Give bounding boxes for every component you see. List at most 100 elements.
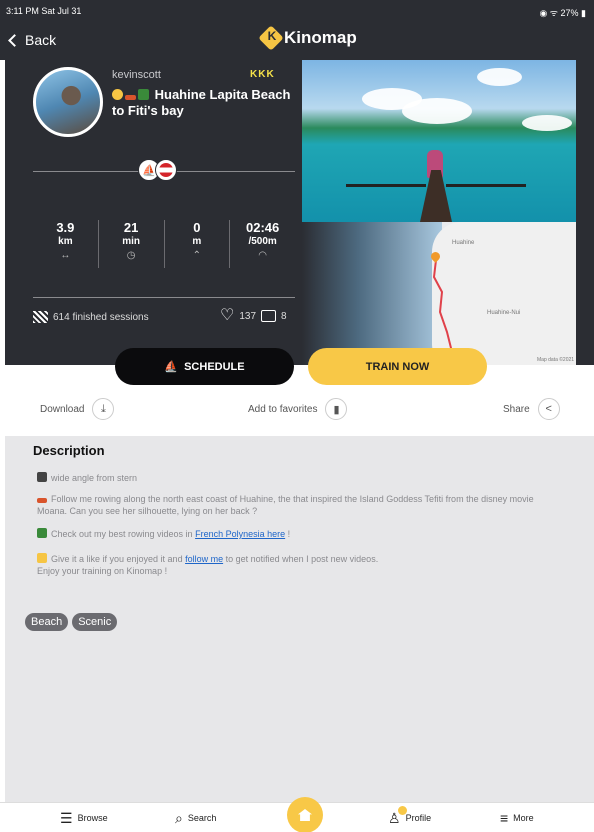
share-label: Share [503,403,530,415]
rowing-emoji-icon [125,95,136,100]
video-title: Huahine Lapita Beach to Fiti's bay [112,87,302,119]
browse-icon: ☰ [60,810,73,826]
elevation-icon: ⌃ [192,250,202,261]
tag-scenic[interactable]: Scenic [72,613,118,631]
heart-icon[interactable]: ♡ [220,308,234,324]
thumbs-up-emoji-icon [37,553,47,563]
share-icon: < [537,398,560,420]
status-bar: 3:11 PM Sat Jul 31 ◉ ᯤ 27% ▮ [0,0,594,20]
tag-beach[interactable]: Beach [25,613,69,631]
description-text: Check out my best rowing videos in [51,529,196,539]
likes-count: 137 [239,310,257,322]
social-counts: ♡ 137 8 [220,308,287,324]
description-line: Follow me rowing along the north east co… [37,493,562,517]
tab-profile[interactable]: ♙ Profile [388,810,432,826]
kinomap-logo-icon [258,25,284,51]
kinomap-logo: Kinomap [258,25,357,51]
french-polynesia-link[interactable]: French Polynesia here [195,529,285,539]
stat-pace-unit: /500m [248,236,277,247]
stat-distance-value: 3.9 [56,220,75,235]
comment-icon[interactable] [261,310,277,322]
stat-duration-value: 21 [123,220,139,235]
stat-elevation-value: 0 [193,220,201,235]
stat-distance: 3.9 km ↔ [33,220,99,268]
tab-more-label: More [513,813,534,823]
oar [446,184,526,187]
route-map[interactable]: Huahine Huahine-Nui Map data ©2021 [302,222,576,365]
camera-icon [37,472,47,482]
description-line: Give it a like if you enjoyed it and fol… [37,553,562,577]
tab-browse[interactable]: ☰ Browse [60,810,108,826]
avatar[interactable] [33,67,103,137]
video-header: kevinscott KKK Huahine Lapita Beach to F… [5,60,594,365]
palm-tree-emoji-icon [37,528,47,538]
train-now-button[interactable]: TRAIN NOW [308,348,487,385]
description-text: wide angle from stern [51,473,138,483]
description-text: ! [285,529,291,539]
finished-sessions-label: 614 finished sessions [53,311,149,323]
brand-name: Kinomap [284,28,357,47]
description-line: wide angle from stern [37,472,562,484]
rower-icon: ⛵ [164,361,179,373]
cloud [522,115,572,131]
train-now-label: TRAIN NOW [365,360,430,373]
stat-elevation-unit: m [192,236,202,247]
username[interactable]: kevinscott [112,69,161,81]
tab-search-label: Search [187,813,217,823]
favorites-label: Add to favorites [248,403,318,415]
nav-bar: Back Kinomap [0,20,594,60]
download-icon: ⤓ [92,398,115,420]
bookmark-icon: ▮ [325,398,348,420]
map-copyright: Map data ©2021 [537,357,575,363]
download-button[interactable]: Download ⤓ [40,398,115,420]
finished-sessions: 614 finished sessions [33,311,149,323]
french-polynesia-flag-icon [155,159,177,181]
smile-emoji-icon [112,89,123,100]
search-icon: ⌕ [175,810,183,826]
video-stats: 3.9 km ↔ 21 min ◷ 0 m ⌃ 02:46 /500m ◠ [33,220,295,268]
boat [420,170,452,222]
map-label: Huahine-Nui [487,310,521,316]
download-label: Download [40,403,85,415]
back-label: Back [25,32,57,48]
rank-badge: KKK [250,69,275,80]
description-text: Follow me rowing along the north east co… [37,494,534,516]
home-icon [298,809,312,821]
sport-country-badges: ⛵ [138,159,177,181]
stat-duration-unit: min [122,236,141,247]
stat-pace: 02:46 /500m ◠ [230,220,295,268]
tab-profile-label: Profile [405,813,432,823]
description-text: Enjoy your training on Kinomap ! [37,566,168,576]
status-battery: ◉ ᯤ 27% ▮ [539,8,586,18]
route-line [432,259,459,365]
video-thumbnail[interactable] [302,60,576,222]
checkered-flag-icon [33,311,48,323]
share-button[interactable]: Share < [503,398,560,420]
tab-browse-label: Browse [77,813,108,823]
stat-distance-unit: km [58,236,73,247]
tab-more[interactable]: ≡ More [500,810,534,826]
back-button[interactable]: Back [8,32,57,48]
map-label: Huahine [452,240,475,246]
tag-list: Beach Scenic [25,613,118,631]
rowing-emoji-icon [37,498,47,503]
comments-count: 8 [281,310,287,322]
description-line: Check out my best rowing videos in Frenc… [37,528,562,540]
description-panel: Description wide angle from stern Follow… [5,436,594,802]
cloud [477,68,522,86]
home-button[interactable] [287,797,323,832]
action-row: Download ⤓ Add to favorites ▮ Share < [0,395,594,429]
stat-duration: 21 min ◷ [99,220,165,268]
menu-icon: ≡ [500,810,509,826]
schedule-button[interactable]: ⛵ SCHEDULE [115,348,294,385]
status-time: 3:11 PM Sat Jul 31 [6,6,82,16]
add-to-favorites-button[interactable]: Add to favorites ▮ [248,398,348,420]
profile-icon: ♙ [388,810,401,826]
tab-search[interactable]: ⌕ Search [175,810,217,826]
schedule-label: SCHEDULE [184,360,245,373]
divider [33,297,295,298]
clock-icon: ◷ [126,250,136,261]
chevron-left-icon [8,33,21,47]
stat-elevation: 0 m ⌃ [165,220,231,268]
follow-me-link[interactable]: follow me [185,554,223,564]
